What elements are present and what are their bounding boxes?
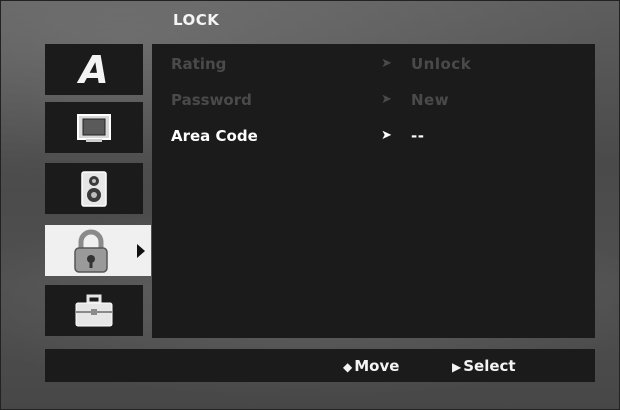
rating-value: Unlock: [411, 55, 472, 73]
selected-tab-pointer-icon: [137, 244, 145, 258]
briefcase-icon: [75, 294, 113, 326]
letter-a-icon: A: [79, 47, 109, 92]
tab-others[interactable]: [45, 285, 143, 336]
page-title: LOCK: [173, 11, 220, 29]
select-label: Select: [463, 357, 516, 375]
area-code-value: --: [411, 127, 425, 145]
arrow-right-icon: ➤: [381, 92, 392, 107]
tab-display[interactable]: [45, 102, 143, 153]
tv-icon: [77, 113, 111, 142]
tab-audio[interactable]: [45, 163, 143, 214]
rating-label: Rating: [171, 55, 227, 73]
speaker-icon: [81, 170, 107, 207]
select-hint: ▶ Select: [452, 357, 516, 375]
password-value: New: [411, 91, 450, 109]
play-arrow-icon: ▶: [452, 360, 462, 374]
arrow-right-icon: ➤: [381, 56, 392, 71]
area-code-label: Area Code: [171, 127, 258, 145]
up-down-arrows-icon: ◆: [343, 360, 353, 374]
tab-lock[interactable]: [45, 225, 151, 276]
arrow-right-icon: ➤: [381, 128, 392, 143]
setup-screen: LOCK A Rating ➤ Unlock Password ➤ New Ar…: [0, 0, 620, 410]
move-hint: ◆ Move: [343, 357, 399, 375]
padlock-icon: [74, 229, 108, 273]
move-label: Move: [354, 357, 400, 375]
tab-language[interactable]: A: [45, 44, 143, 95]
password-label: Password: [171, 91, 252, 109]
settings-panel: [152, 44, 595, 338]
